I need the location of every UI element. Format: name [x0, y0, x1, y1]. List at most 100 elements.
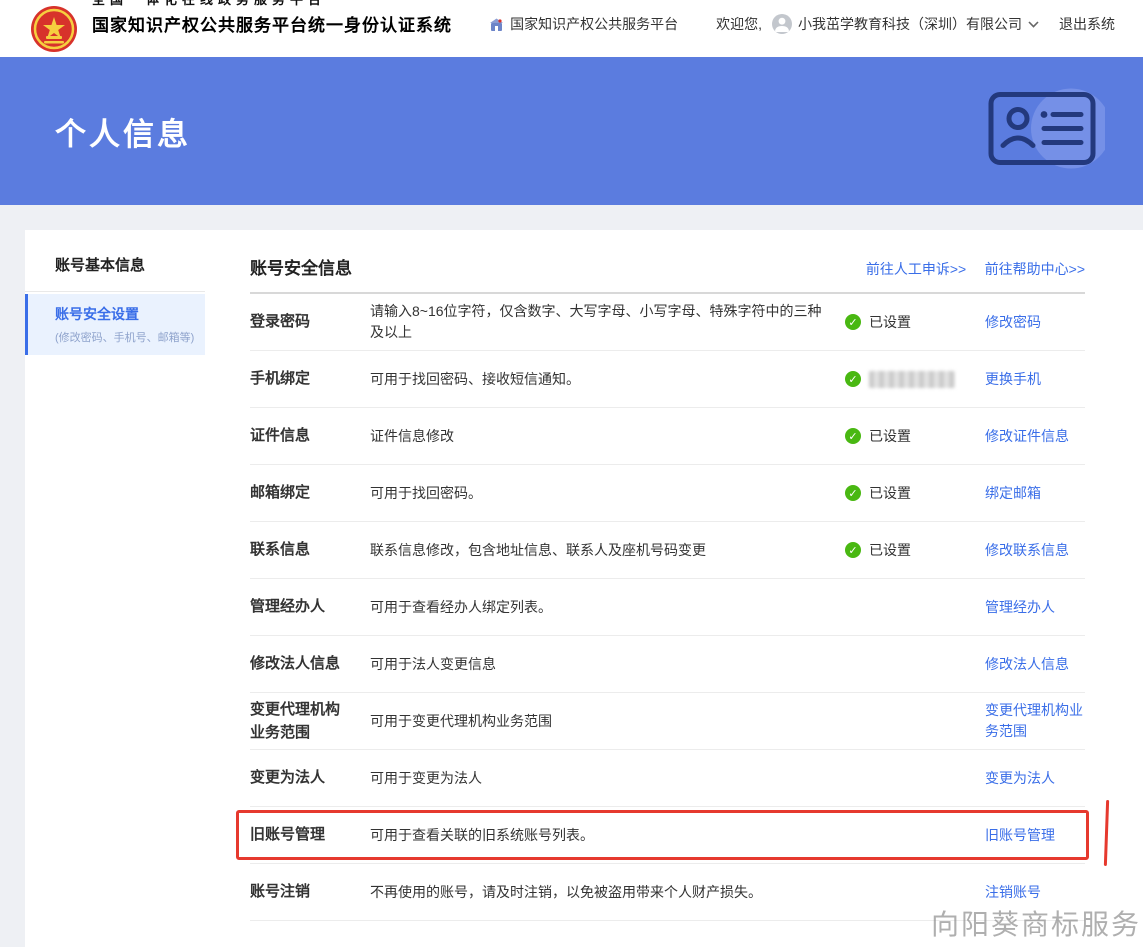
sidebar: 账号基本信息 账号安全设置 (修改密码、手机号、邮箱等) — [25, 230, 205, 947]
security-row: 邮箱绑定 可用于找回密码。 ✓ 已设置 绑定邮箱 — [250, 465, 1085, 522]
status-text: 已设置 — [869, 485, 911, 501]
row-action-link[interactable]: 修改法人信息 — [985, 656, 1069, 672]
content-card: 账号基本信息 账号安全设置 (修改密码、手机号、邮箱等) 账号安全信息 前往人工… — [25, 230, 1143, 947]
row-action-link[interactable]: 旧账号管理 — [985, 827, 1055, 843]
row-action-link[interactable]: 修改密码 — [985, 314, 1041, 330]
row-description: 联系信息修改，包含地址信息、联系人及座机号码变更 — [370, 541, 706, 558]
panel-header: 账号安全信息 前往人工申诉>> 前往帮助中心>> — [250, 230, 1085, 294]
welcome-text: 欢迎您, — [716, 16, 762, 32]
platform-small-title: 全国一体化在线政务服务平台 — [92, 0, 452, 8]
section-title: 账号安全信息 — [250, 259, 352, 278]
logout-link[interactable]: 退出系统 — [1059, 14, 1115, 34]
row-label: 证件信息 — [250, 427, 311, 445]
sidebar-item-basic-info[interactable]: 账号基本信息 — [25, 230, 205, 292]
row-description: 证件信息修改 — [370, 427, 454, 444]
row-label: 登录密码 — [250, 313, 311, 331]
security-info-panel: 账号安全信息 前往人工申诉>> 前往帮助中心>> 登录密码 请输入8~16位字符… — [205, 230, 1143, 947]
row-description: 可用于查看关联的旧系统账号列表。 — [370, 826, 594, 843]
row-action: 修改联系信息 — [985, 540, 1085, 561]
row-action: 修改法人信息 — [985, 654, 1085, 675]
manual-appeal-link[interactable]: 前往人工申诉>> — [866, 261, 966, 277]
row-action-link[interactable]: 变更为法人 — [985, 770, 1055, 786]
sidebar-item-label: 账号基本信息 — [55, 257, 146, 274]
status-text: 已设置 — [869, 314, 911, 330]
row-action-link[interactable]: 管理经办人 — [985, 599, 1055, 615]
row-action: 更换手机 — [985, 369, 1085, 390]
row-status: ✓ — [845, 370, 985, 388]
masked-phone-number — [869, 370, 955, 388]
row-action-link[interactable]: 注销账号 — [985, 884, 1041, 900]
sidebar-item-label: 账号安全设置 — [55, 306, 139, 322]
row-status: ✓ 已设置 — [845, 312, 985, 332]
row-action-link[interactable]: 变更代理机构业务范围 — [985, 702, 1083, 739]
row-description: 可用于找回密码、接收短信通知。 — [370, 370, 580, 387]
id-card-icon — [983, 84, 1111, 179]
row-label: 旧账号管理 — [250, 826, 326, 844]
row-label: 变更代理机构业务范围 — [250, 700, 341, 741]
row-action: 变更代理机构业务范围 — [985, 700, 1085, 742]
panel-header-links: 前往人工申诉>> 前往帮助中心>> — [852, 259, 1085, 279]
row-status: ✓ 已设置 — [845, 426, 985, 446]
status-text: 已设置 — [869, 542, 911, 558]
security-row: 证件信息 证件信息修改 ✓ 已设置 修改证件信息 — [250, 408, 1085, 465]
row-label: 邮箱绑定 — [250, 484, 311, 502]
header-user-area: 国家知识产权公共服务平台 欢迎您, 小我茁学教育科技（深圳）有限公司 退出系统 — [489, 14, 1115, 34]
row-action: 修改证件信息 — [985, 426, 1085, 447]
national-emblem-logo — [30, 5, 78, 53]
top-header: 全国一体化在线政务服务平台 国家知识产权公共服务平台统一身份认证系统 国家知识产… — [0, 0, 1143, 57]
platform-link[interactable]: 国家知识产权公共服务平台 — [510, 14, 678, 34]
security-row: 手机绑定 可用于找回密码、接收短信通知。 ✓ 更换手机 — [250, 351, 1085, 408]
security-row: 账号注销 不再使用的账号，请及时注销，以免被盗用带来个人财产损失。 注销账号 — [250, 864, 1085, 921]
row-action-link[interactable]: 修改证件信息 — [985, 428, 1069, 444]
row-label: 手机绑定 — [250, 370, 311, 388]
sidebar-item-security-settings[interactable]: 账号安全设置 (修改密码、手机号、邮箱等) — [25, 294, 205, 355]
row-status: ✓ 已设置 — [845, 540, 985, 560]
row-action: 变更为法人 — [985, 768, 1085, 789]
row-label: 联系信息 — [250, 541, 311, 559]
row-description: 可用于查看经办人绑定列表。 — [370, 598, 552, 615]
platform-icon — [489, 17, 504, 32]
security-row: 登录密码 请输入8~16位字符，仅含数字、大写字母、小写字母、特殊字符中的三种及… — [250, 294, 1085, 351]
row-label: 账号注销 — [250, 883, 311, 901]
page-title: 个人信息 — [55, 116, 191, 152]
security-row: 旧账号管理 可用于查看关联的旧系统账号列表。 旧账号管理 — [236, 807, 1089, 864]
security-row: 管理经办人 可用于查看经办人绑定列表。 管理经办人 — [250, 579, 1085, 636]
account-name[interactable]: 小我茁学教育科技（深圳）有限公司 — [798, 14, 1022, 34]
row-action-link[interactable]: 修改联系信息 — [985, 542, 1069, 558]
help-center-link[interactable]: 前往帮助中心>> — [985, 261, 1085, 277]
security-row: 变更代理机构业务范围 可用于变更代理机构业务范围 变更代理机构业务范围 — [250, 693, 1085, 750]
avatar[interactable] — [772, 14, 792, 34]
row-action: 绑定邮箱 — [985, 483, 1085, 504]
row-description: 可用于法人变更信息 — [370, 655, 496, 672]
header-brand: 全国一体化在线政务服务平台 国家知识产权公共服务平台统一身份认证系统 — [30, 0, 452, 53]
row-description: 请输入8~16位字符，仅含数字、大写字母、小写字母、特殊字符中的三种及以上 — [370, 303, 822, 340]
row-action-link[interactable]: 更换手机 — [985, 371, 1041, 387]
row-description: 可用于变更代理机构业务范围 — [370, 712, 552, 729]
chevron-down-icon[interactable] — [1028, 20, 1039, 28]
security-row: 联系信息 联系信息修改，包含地址信息、联系人及座机号码变更 ✓ 已设置 修改联系… — [250, 522, 1085, 579]
row-action: 旧账号管理 — [985, 825, 1085, 846]
security-row: 修改法人信息 可用于法人变更信息 修改法人信息 — [250, 636, 1085, 693]
check-circle-icon: ✓ — [845, 428, 861, 444]
row-label: 修改法人信息 — [250, 655, 341, 673]
row-description: 可用于找回密码。 — [370, 484, 482, 501]
row-description: 可用于变更为法人 — [370, 769, 482, 786]
row-description: 不再使用的账号，请及时注销，以免被盗用带来个人财产损失。 — [370, 883, 762, 900]
check-circle-icon: ✓ — [845, 371, 861, 387]
row-label: 变更为法人 — [250, 769, 326, 787]
page-banner: 个人信息 — [0, 57, 1143, 205]
status-text: 已设置 — [869, 428, 911, 444]
row-action-link[interactable]: 绑定邮箱 — [985, 485, 1041, 501]
row-status: ✓ 已设置 — [845, 483, 985, 503]
row-action: 管理经办人 — [985, 597, 1085, 618]
check-circle-icon: ✓ — [845, 314, 861, 330]
row-action: 注销账号 — [985, 882, 1085, 903]
system-title: 国家知识产权公共服务平台统一身份认证系统 — [92, 16, 452, 35]
check-circle-icon: ✓ — [845, 542, 861, 558]
security-row: 变更为法人 可用于变更为法人 变更为法人 — [250, 750, 1085, 807]
sidebar-item-sublabel: (修改密码、手机号、邮箱等) — [55, 332, 195, 344]
header-titles: 全国一体化在线政务服务平台 国家知识产权公共服务平台统一身份认证系统 — [92, 0, 452, 36]
check-circle-icon: ✓ — [845, 485, 861, 501]
security-rows: 登录密码 请输入8~16位字符，仅含数字、大写字母、小写字母、特殊字符中的三种及… — [236, 294, 1089, 921]
row-label: 管理经办人 — [250, 598, 326, 616]
